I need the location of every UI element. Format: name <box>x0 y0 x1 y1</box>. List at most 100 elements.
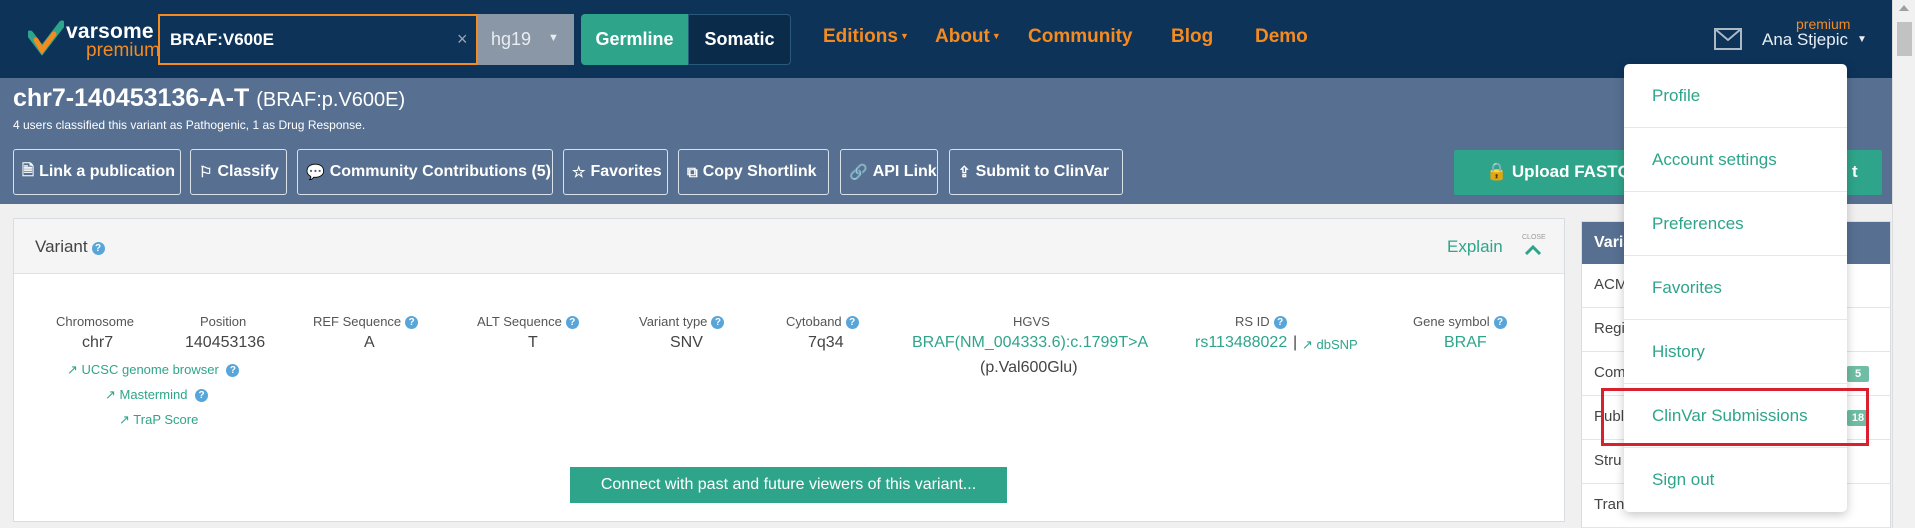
help-icon[interactable]: ? <box>711 316 725 329</box>
rs-id-link[interactable]: rs113488022 <box>1195 334 1287 352</box>
mastermind-text: Mastermind <box>119 387 188 402</box>
classify-label: Classify <box>217 163 279 180</box>
connect-viewers-button[interactable]: Connect with past and future viewers of … <box>570 467 1007 503</box>
mail-icon[interactable] <box>1714 28 1742 50</box>
menu-item-favorites[interactable]: Favorites <box>1624 256 1847 320</box>
copy-icon: ⧉ <box>687 163 698 181</box>
chromosome-value: chr7 <box>82 334 114 351</box>
checkmark-logo-icon <box>28 20 64 56</box>
genome-build-value: hg19 <box>491 29 532 49</box>
variant-classification-summary: 4 users classified this variant as Patho… <box>13 118 366 132</box>
menu-item-history[interactable]: History <box>1624 320 1847 384</box>
ucsc-browser-link[interactable]: ↗ UCSC genome browser ? <box>67 362 240 378</box>
comments-icon: 💬 <box>306 164 325 181</box>
hgvs-value-link[interactable]: BRAF(NM_004333.6):c.1799T>A <box>912 334 1148 352</box>
link-publication-label: Link a publication <box>39 163 176 180</box>
gene-symbol-link[interactable]: BRAF <box>1444 334 1487 352</box>
submit-clinvar-button[interactable]: ⇪ Submit to ClinVar <box>949 149 1123 195</box>
ref-sequence-value: A <box>364 334 375 351</box>
panel-title-text: Variant <box>35 237 88 256</box>
variant-panel-title: Variant? <box>35 237 105 257</box>
upload-fastq-label: 🔒 Upload FASTQ/V <box>1486 162 1647 182</box>
file-upload-icon: ⇪ <box>958 164 971 181</box>
mastermind-link[interactable]: ↗ Mastermind ? <box>105 387 209 403</box>
copy-shortlink-button[interactable]: ⧉ Copy Shortlink <box>678 149 829 195</box>
logo-tier: premium <box>86 40 160 61</box>
clear-search-icon[interactable]: × <box>457 29 468 50</box>
variant-type-label-text: Variant type <box>639 314 708 329</box>
external-link-icon: ↗ <box>1302 337 1313 352</box>
hgvs-protein-value: (p.Val600Glu) <box>980 359 1078 376</box>
chevron-down-icon[interactable]: ▼ <box>1857 34 1867 45</box>
help-icon[interactable]: ? <box>845 316 859 329</box>
scroll-thumb[interactable] <box>1897 22 1912 56</box>
dbsnp-link[interactable]: ↗ dbSNP <box>1302 337 1358 353</box>
rs-id-label: RS ID? <box>1235 314 1287 329</box>
nav-demo[interactable]: Demo <box>1255 26 1308 48</box>
favorites-label: Favorites <box>590 163 662 180</box>
position-label: Position <box>200 314 247 329</box>
search-input[interactable] <box>170 28 440 52</box>
cytoband-value: 7q34 <box>808 334 844 351</box>
nav-blog[interactable]: Blog <box>1171 26 1213 48</box>
close-label: CLOSE <box>1522 234 1546 241</box>
menu-item-account-settings[interactable]: Account settings <box>1624 128 1847 192</box>
hgvs-label: HGVS <box>1013 314 1050 329</box>
menu-item-preferences[interactable]: Preferences <box>1624 192 1847 256</box>
help-icon[interactable]: ? <box>91 242 105 255</box>
gene-symbol-label-text: Gene symbol <box>1413 314 1490 329</box>
nav-editions[interactable]: Editions ▼ <box>823 26 909 48</box>
gene-symbol-label: Gene symbol? <box>1413 314 1507 329</box>
search-box[interactable]: × <box>158 14 478 65</box>
chevron-up-icon[interactable] <box>1524 244 1542 256</box>
link-publication-button[interactable]: 🗎 Link a publication <box>13 149 181 195</box>
lock-icon: 🔒 <box>1486 162 1508 181</box>
community-count-badge: 5 <box>1847 366 1869 382</box>
position-value: 140453136 <box>185 334 266 351</box>
alt-sequence-label: ALT Sequence? <box>477 314 579 329</box>
nav-editions-label: Editions <box>823 26 898 47</box>
ref-sequence-label: REF Sequence? <box>313 314 419 329</box>
cytoband-label-text: Cytoband <box>786 314 842 329</box>
menu-item-sign-out[interactable]: Sign out <box>1624 448 1847 512</box>
dbsnp-text: dbSNP <box>1316 337 1358 352</box>
api-link-button[interactable]: 🔗 API Link <box>840 149 938 195</box>
ref-sequence-label-text: REF Sequence <box>313 314 402 329</box>
external-link-icon: ↗ <box>119 412 130 427</box>
help-icon[interactable]: ? <box>1493 316 1507 329</box>
community-contributions-button[interactable]: 💬 Community Contributions (5) <box>297 149 553 195</box>
chevron-down-icon: ▼ <box>548 32 559 44</box>
classify-button[interactable]: ⚐ Classify <box>190 149 287 195</box>
trap-score-link[interactable]: ↗ TraP Score <box>119 412 198 428</box>
nav-about-label: About <box>935 26 990 47</box>
api-link-label: API Link <box>872 163 937 180</box>
favorites-button[interactable]: ☆ Favorites <box>563 149 668 195</box>
varsome-logo[interactable]: varsome premium <box>28 18 160 62</box>
nav-community[interactable]: Community <box>1028 26 1133 48</box>
external-link-icon: ↗ <box>67 362 78 377</box>
somatic-toggle[interactable]: Somatic <box>688 14 791 65</box>
help-icon[interactable]: ? <box>195 389 209 402</box>
cytoband-label: Cytoband? <box>786 314 859 329</box>
user-menu-toggle[interactable]: Ana Stjepic <box>1762 30 1848 50</box>
flag-icon: ⚐ <box>199 164 213 181</box>
menu-item-profile[interactable]: Profile <box>1624 64 1847 128</box>
page-scrollbar[interactable] <box>1892 0 1915 528</box>
help-icon[interactable]: ? <box>405 316 419 329</box>
variant-id: chr7-140453136-A-T <box>13 84 250 112</box>
help-icon[interactable]: ? <box>565 316 579 329</box>
trap-score-text: TraP Score <box>133 412 199 427</box>
scroll-up-arrow-icon[interactable] <box>1899 5 1909 11</box>
help-icon[interactable]: ? <box>226 364 240 377</box>
clinvar-submissions-highlight <box>1601 388 1869 446</box>
germline-toggle[interactable]: Germline <box>581 14 688 65</box>
ucsc-browser-text: UCSC genome browser <box>81 362 219 377</box>
help-icon[interactable]: ? <box>1273 316 1287 329</box>
submit-clinvar-label: Submit to ClinVar <box>975 163 1109 180</box>
explain-link[interactable]: Explain <box>1447 237 1503 257</box>
nav-about[interactable]: About ▼ <box>935 26 1001 48</box>
genome-build-select[interactable]: hg19 ▼ <box>478 14 574 65</box>
star-icon: ☆ <box>572 164 586 181</box>
copy-shortlink-label: Copy Shortlink <box>702 163 817 180</box>
link-icon: 🔗 <box>849 164 868 181</box>
